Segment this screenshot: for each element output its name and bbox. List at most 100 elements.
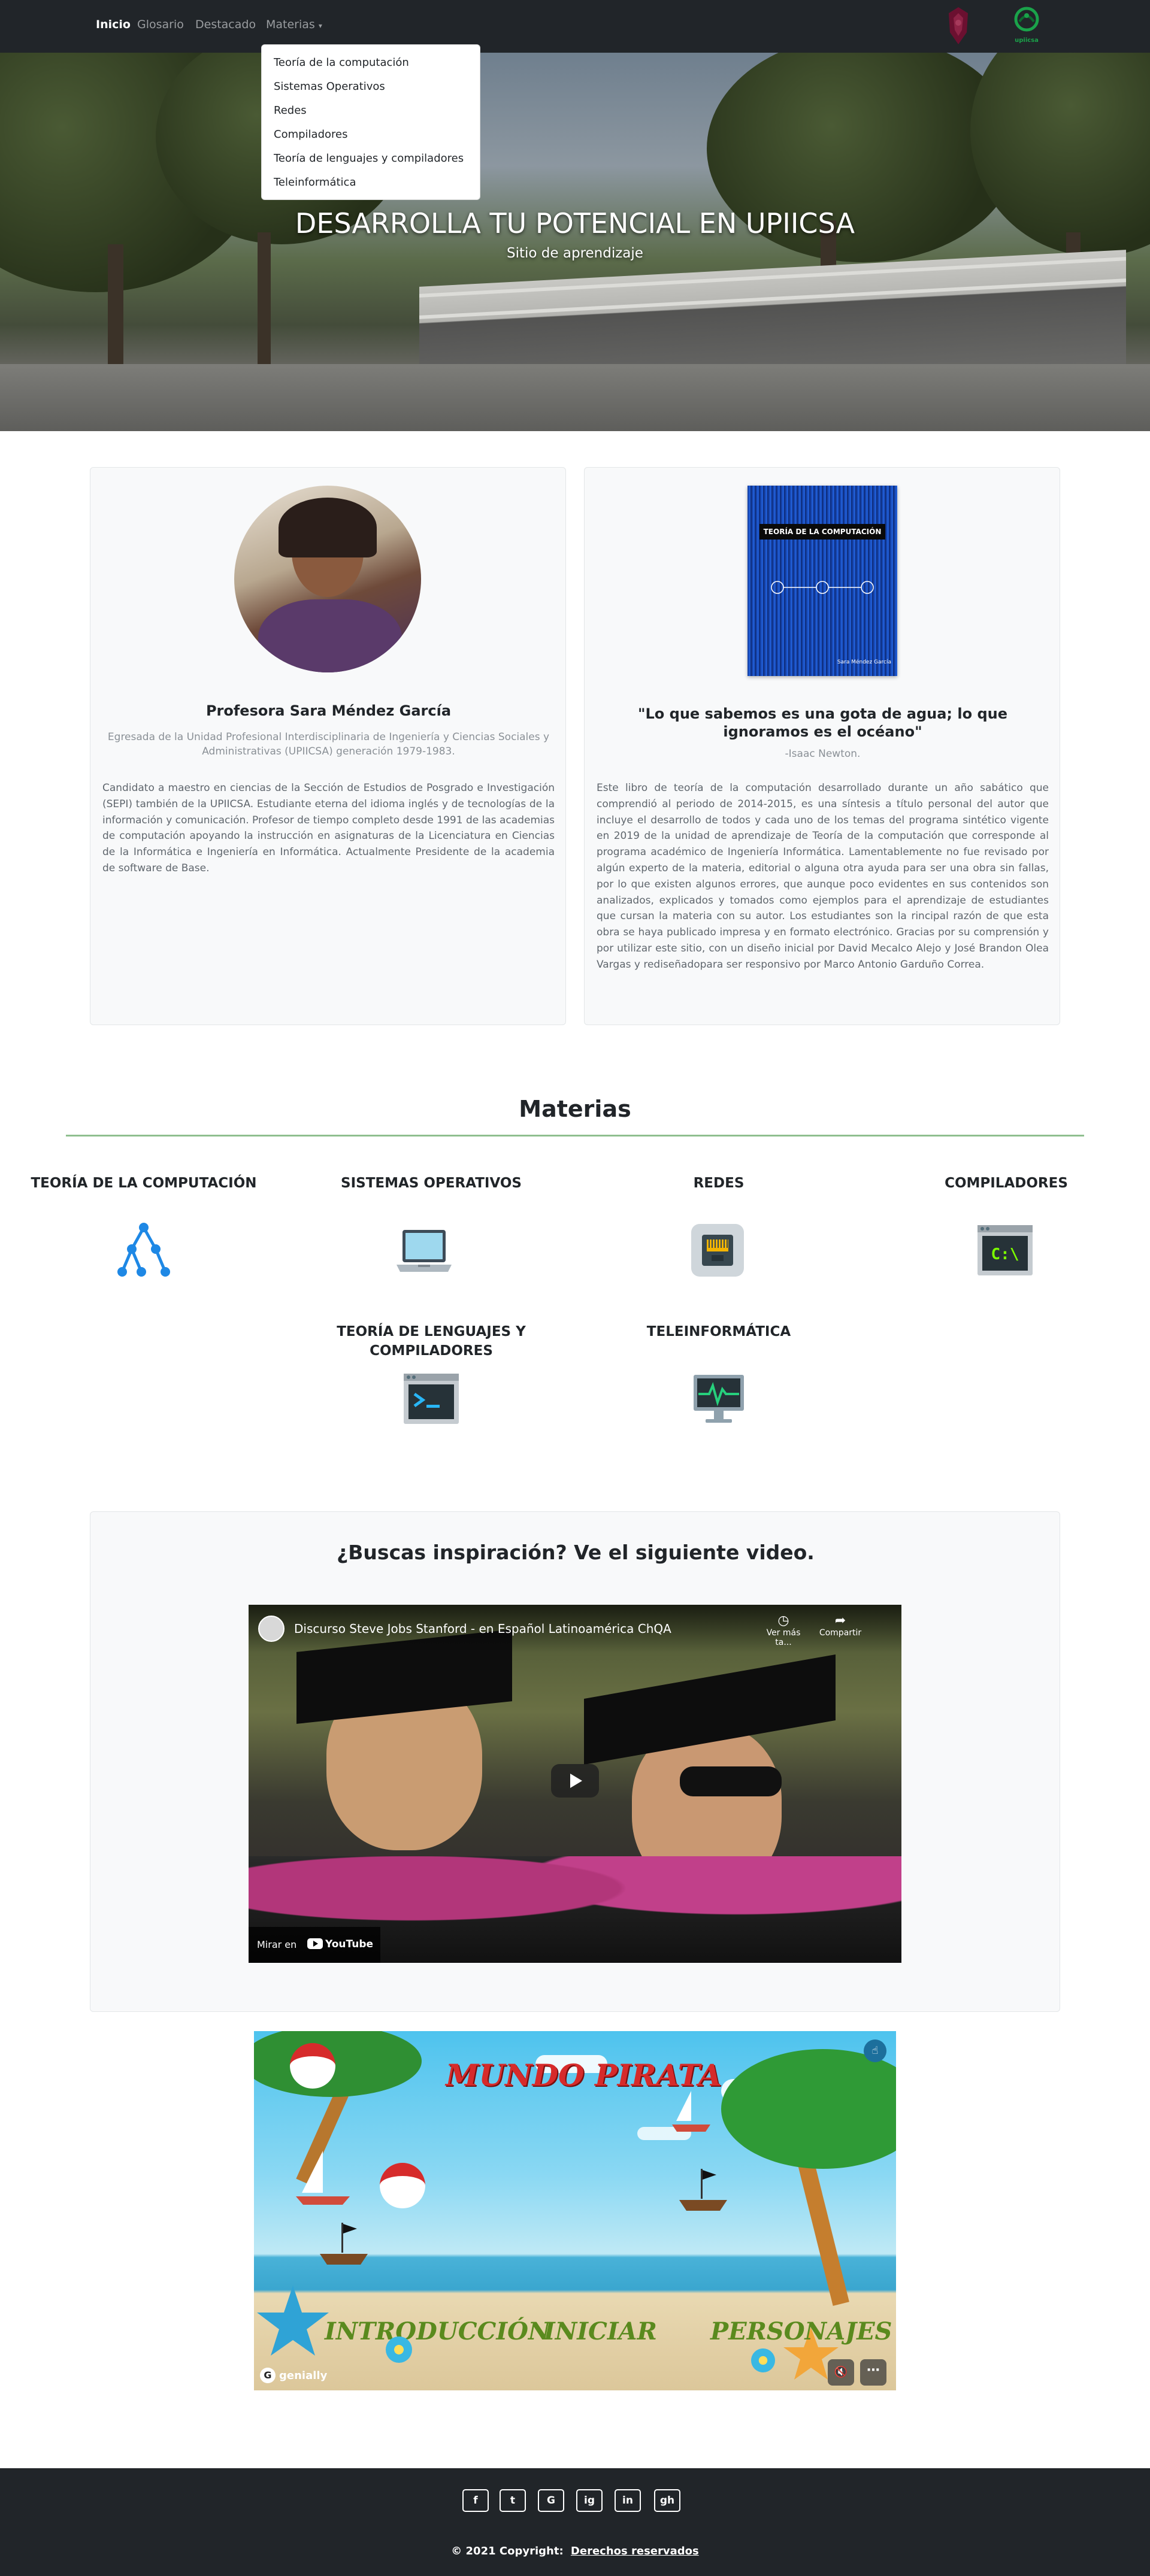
upiicsa-logo[interactable]: upiicsa (1011, 5, 1042, 48)
dropdown-item-teleinformatica[interactable]: Teleinformática (262, 171, 480, 195)
speaker-muted-icon: 🔇 (834, 2366, 848, 2378)
watch-later-button[interactable]: ◷ Ver más ta... (762, 1613, 804, 1647)
command-prompt-icon[interactable]: C:\ (976, 1222, 1034, 1279)
video-title[interactable]: Discurso Steve Jobs Stanford - en Españo… (294, 1622, 671, 1636)
profile-photo (234, 486, 421, 672)
materia-title-redes[interactable]: REDES (599, 1174, 839, 1193)
flower-icon (386, 2336, 412, 2363)
dropdown-item-teoria-lenguajes[interactable]: Teoría de lenguajes y compiladores (262, 147, 480, 171)
sailboat-icon (296, 2151, 350, 2205)
skull-icon (290, 2043, 335, 2089)
hero-banner: DESARROLLA TU POTENCIAL EN UPIICSA Sitio… (0, 53, 1150, 431)
genially-link-personajes[interactable]: PERSONAJES (710, 2317, 892, 2345)
nav-link-destacado[interactable]: Destacado (195, 18, 256, 31)
road (0, 364, 1150, 431)
book-quote-author: -Isaac Newton. (785, 748, 861, 760)
github-icon[interactable]: gh (654, 2489, 680, 2512)
svg-text:C:\: C:\ (991, 1245, 1019, 1263)
youtube-embed[interactable]: Discurso Steve Jobs Stanford - en Españo… (249, 1605, 901, 1963)
nav-link-glosario[interactable]: Glosario (137, 18, 184, 31)
share-button[interactable]: ➦ Compartir (816, 1613, 864, 1638)
more-options-button[interactable]: ⋯ (860, 2359, 886, 2386)
dropdown-item-teoria-computacion[interactable]: Teoría de la computación (262, 51, 480, 75)
genially-link-introduccion[interactable]: INTRODUCCIÓN (325, 2317, 550, 2345)
play-button[interactable] (551, 1764, 599, 1798)
tree-graph-icon[interactable] (115, 1222, 172, 1279)
upiicsa-logo-text: upiicsa (1015, 37, 1039, 44)
palm-leaves-right (721, 2049, 896, 2169)
hand-pointer-icon: ☝ (871, 2044, 879, 2057)
video-heading: ¿Buscas inspiración? Ve el siguiente vid… (337, 1541, 815, 1564)
profile-card: Profesora Sara Méndez García Egresada de… (90, 467, 566, 1025)
pirate-ship-icon (320, 2223, 368, 2265)
profile-name: Profesora Sara Méndez García (205, 702, 452, 719)
materias-dropdown-menu: Teoría de la computación Sistemas Operat… (261, 44, 480, 200)
starfish-icon (257, 2286, 329, 2356)
ipn-logo[interactable] (945, 5, 972, 47)
twitter-icon[interactable]: t (500, 2489, 526, 2512)
google-icon[interactable]: G (538, 2489, 564, 2512)
dropdown-item-redes[interactable]: Redes (262, 99, 480, 123)
footer: f t G ig in gh © 2021 Copyright: Derecho… (0, 2468, 1150, 2576)
caret-down-icon: ▾ (318, 22, 322, 30)
materia-title-sistemas-operativos[interactable]: SISTEMAS OPERATIVOS (311, 1174, 551, 1193)
nav-materias-label: Materias (266, 18, 315, 31)
materia-title-teoria-computacion[interactable]: TEORÍA DE LA COMPUTACIÓN (24, 1174, 264, 1193)
channel-avatar[interactable] (258, 1616, 285, 1642)
book-quote: "Lo que sabemos es una gota de agua; lo … (638, 705, 1007, 740)
terminal-icon[interactable] (402, 1370, 460, 1428)
genially-interact-button[interactable]: ☝ (864, 2039, 886, 2062)
laptop-icon[interactable] (395, 1222, 453, 1279)
rights-link[interactable]: Derechos reservados (571, 2545, 699, 2557)
book-cover-author: Sara Méndez García (837, 659, 891, 665)
book-card: TEORÍA DE LA COMPUTACIÓN Sara Méndez Gar… (584, 467, 1060, 1025)
clock-icon: ◷ (777, 1613, 789, 1628)
ethernet-port-icon[interactable] (689, 1222, 746, 1279)
automaton-diagram-icon (771, 581, 874, 594)
nav-link-materias[interactable]: Materias ▾ (266, 18, 322, 31)
navbar: Inicio Glosario Destacado Materias ▾ upi… (0, 0, 1150, 53)
hero-title: DESARROLLA TU POTENCIAL EN UPIICSA (295, 207, 855, 240)
facebook-icon[interactable]: f (462, 2489, 489, 2512)
materia-title-compiladores[interactable]: COMPILADORES (886, 1174, 1126, 1193)
dropdown-item-sistemas-operativos[interactable]: Sistemas Operativos (262, 75, 480, 99)
copyright: © 2021 Copyright: Derechos reservados (0, 2545, 1150, 2557)
genially-brand: genially (279, 2369, 328, 2382)
watch-later-label: Ver más ta... (766, 1628, 801, 1647)
copyright-text: © 2021 Copyright: (451, 2545, 564, 2557)
genially-link-iniciar[interactable]: INICIAR (544, 2317, 657, 2345)
profile-bio: Candidato a maestro en ciencias de la Se… (102, 782, 555, 874)
genially-embed[interactable]: MUNDO PIRATA INTRODUCCIÓN INICIAR PERSON… (254, 2031, 896, 2390)
genially-logo-icon: G (260, 2368, 276, 2383)
linkedin-icon[interactable]: in (615, 2489, 641, 2512)
book-cover-title: TEORÍA DE LA COMPUTACIÓN (759, 524, 885, 540)
mute-button[interactable]: 🔇 (828, 2359, 854, 2386)
nav-link-inicio[interactable]: Inicio (96, 18, 131, 31)
watch-on-label: Mirar en (257, 1939, 297, 1950)
instagram-icon[interactable]: ig (576, 2489, 603, 2512)
materias-heading: Materias (519, 1096, 631, 1122)
materia-title-teoria-lenguajes[interactable]: TEORÍA DE LENGUAJES Y COMPILADORES (311, 1322, 551, 1360)
more-dots-icon: ⋯ (867, 2363, 880, 2378)
monitor-pulse-icon[interactable] (690, 1370, 748, 1428)
sunglasses (680, 1766, 782, 1796)
materias-divider (66, 1135, 1084, 1137)
flower-icon (751, 2348, 775, 2372)
dropdown-item-compiladores[interactable]: Compiladores (262, 123, 480, 147)
share-label: Compartir (819, 1628, 862, 1638)
profile-subtitle: Egresada de la Unidad Profesional Interd… (107, 731, 550, 757)
book-cover: TEORÍA DE LA COMPUTACIÓN Sara Méndez Gar… (748, 486, 897, 676)
share-icon: ➦ (834, 1613, 846, 1628)
sailboat-icon (672, 2091, 710, 2132)
book-description: Este libro de teoría de la computación d… (597, 782, 1049, 971)
upiicsa-emblem-icon (1014, 7, 1039, 32)
skull-icon (380, 2163, 425, 2208)
watch-on-youtube[interactable]: Mirar en YouTube (249, 1927, 380, 1963)
play-icon (570, 1774, 582, 1788)
palm-leaves-left (254, 2031, 422, 2097)
hero-subtitle: Sitio de aprendizaje (507, 246, 643, 261)
pirate-ship-icon (679, 2169, 727, 2211)
youtube-play-icon (307, 1938, 323, 1949)
materia-title-teleinformatica[interactable]: TELEINFORMÁTICA (599, 1322, 839, 1341)
genially-title: MUNDO PIRATA (446, 2057, 722, 2093)
